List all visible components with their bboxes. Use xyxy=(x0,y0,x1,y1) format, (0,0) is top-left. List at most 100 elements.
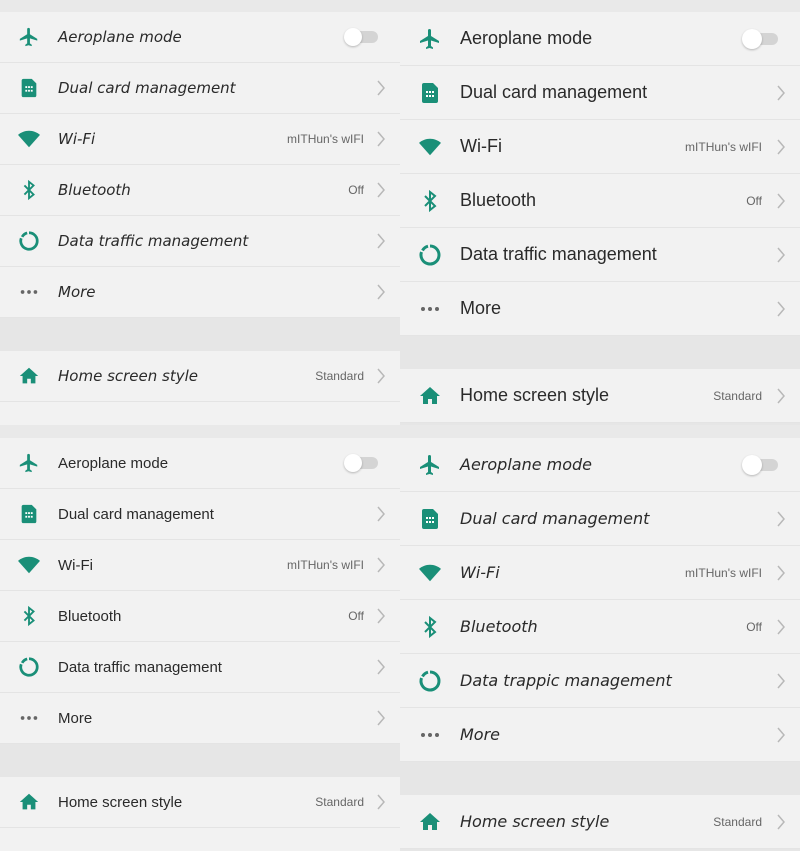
settings-panel-top-left: Aeroplane mode Dual card management Wi-F… xyxy=(0,12,400,425)
aeroplane-mode-toggle[interactable] xyxy=(344,28,378,46)
bluetooth-row[interactable]: Bluetooth Off xyxy=(0,165,400,216)
aeroplane-mode-row[interactable]: Aeroplane mode xyxy=(400,12,800,66)
more-row[interactable]: More xyxy=(400,282,800,336)
wifi-icon xyxy=(18,128,40,150)
section-divider xyxy=(0,744,400,777)
aeroplane-mode-label: Aeroplane mode xyxy=(58,28,182,46)
display-row-partial[interactable] xyxy=(0,828,400,851)
sim-card-icon xyxy=(418,507,442,531)
sim-card-icon xyxy=(18,503,40,525)
airplane-icon xyxy=(18,26,40,48)
wifi-label: Wi-Fi xyxy=(460,136,502,156)
chevron-right-icon xyxy=(376,284,386,300)
chevron-right-icon xyxy=(376,233,386,249)
more-label: More xyxy=(58,283,96,301)
more-row[interactable]: More xyxy=(400,708,800,762)
display-row-partial[interactable] xyxy=(0,402,400,425)
wifi-row[interactable]: Wi-Fi mITHun's wIFI xyxy=(400,546,800,600)
wifi-label: Wi-Fi xyxy=(460,563,500,582)
toggle-knob xyxy=(742,28,762,49)
bluetooth-status: Off xyxy=(746,193,762,208)
aeroplane-mode-row[interactable]: Aeroplane mode xyxy=(0,438,400,489)
more-label: More xyxy=(460,298,502,318)
bluetooth-row[interactable]: Bluetooth Off xyxy=(0,591,400,642)
airplane-icon xyxy=(418,27,442,51)
chevron-right-icon xyxy=(376,506,386,522)
aeroplane-mode-toggle[interactable] xyxy=(344,454,378,472)
chevron-right-icon xyxy=(376,794,386,810)
wifi-network-name: mITHun's wIFI xyxy=(685,139,762,154)
more-row[interactable]: More xyxy=(0,693,400,744)
chevron-right-icon xyxy=(776,388,786,404)
more-row[interactable]: More xyxy=(0,267,400,318)
aeroplane-mode-label: Aeroplane mode xyxy=(460,28,593,48)
bluetooth-label: Bluetooth xyxy=(58,607,122,625)
dual-card-management-label: Dual card management xyxy=(460,82,648,102)
sim-card-icon xyxy=(18,77,40,99)
chevron-right-icon xyxy=(776,673,786,689)
dual-card-management-label: Dual card management xyxy=(460,509,650,528)
chevron-right-icon xyxy=(776,511,786,527)
home-screen-style-label: Home screen style xyxy=(58,367,198,385)
sim-card-icon xyxy=(418,81,442,105)
data-traffic-management-label: Data traffic management xyxy=(58,658,222,676)
aeroplane-mode-row[interactable]: Aeroplane mode xyxy=(0,12,400,63)
chevron-right-icon xyxy=(776,85,786,101)
data-traffic-management-row[interactable]: Data traffic management xyxy=(0,216,400,267)
bluetooth-row[interactable]: Bluetooth Off xyxy=(400,600,800,654)
home-icon xyxy=(418,384,442,408)
bluetooth-label: Bluetooth xyxy=(58,181,131,199)
chevron-right-icon xyxy=(776,247,786,263)
wifi-row[interactable]: Wi-Fi mITHun's wIFI xyxy=(0,114,400,165)
bluetooth-row[interactable]: Bluetooth Off xyxy=(400,174,800,228)
wifi-network-name: mITHun's wIFI xyxy=(685,565,762,580)
toggle-knob xyxy=(344,28,362,46)
wifi-icon xyxy=(418,135,442,159)
wifi-row[interactable]: Wi-Fi mITHun's wIFI xyxy=(0,540,400,591)
home-screen-style-value: Standard xyxy=(713,388,762,403)
home-screen-style-row[interactable]: Home screen style Standard xyxy=(400,795,800,849)
data-traffic-management-label: Data trappic management xyxy=(460,671,672,690)
chevron-right-icon xyxy=(376,608,386,624)
home-icon xyxy=(418,810,442,834)
section-divider xyxy=(400,762,800,795)
dual-card-management-row[interactable]: Dual card management xyxy=(400,492,800,546)
home-screen-style-row[interactable]: Home screen style Standard xyxy=(0,777,400,828)
toggle-knob xyxy=(344,454,362,472)
dual-card-management-row[interactable]: Dual card management xyxy=(0,489,400,540)
bluetooth-label: Bluetooth xyxy=(460,190,537,210)
chevron-right-icon xyxy=(776,139,786,155)
chevron-right-icon xyxy=(376,659,386,675)
bluetooth-status: Off xyxy=(348,183,364,197)
chevron-right-icon xyxy=(776,193,786,209)
airplane-icon xyxy=(18,452,40,474)
data-traffic-management-row[interactable]: Data traffic management xyxy=(400,228,800,282)
dual-card-management-row[interactable]: Dual card management xyxy=(400,66,800,120)
bluetooth-icon xyxy=(418,615,442,639)
wifi-row[interactable]: Wi-Fi mITHun's wIFI xyxy=(400,120,800,174)
home-icon xyxy=(18,365,40,387)
more-dots-icon xyxy=(18,281,40,303)
more-dots-icon xyxy=(418,723,442,747)
wifi-network-name: mITHun's wIFI xyxy=(287,132,364,146)
toggle-knob xyxy=(742,454,762,475)
data-traffic-management-row[interactable]: Data traffic management xyxy=(0,642,400,693)
home-screen-style-value: Standard xyxy=(713,814,762,829)
aeroplane-mode-toggle[interactable] xyxy=(742,28,778,49)
dual-card-management-label: Dual card management xyxy=(58,79,236,97)
data-traffic-management-row[interactable]: Data trappic management xyxy=(400,654,800,708)
wifi-network-name: mITHun's wIFI xyxy=(287,558,364,572)
bluetooth-label: Bluetooth xyxy=(460,617,538,636)
data-traffic-icon xyxy=(418,243,442,267)
aeroplane-mode-toggle[interactable] xyxy=(742,454,778,475)
dual-card-management-row[interactable]: Dual card management xyxy=(0,63,400,114)
data-traffic-management-label: Data traffic management xyxy=(460,244,657,264)
home-screen-style-row[interactable]: Home screen style Standard xyxy=(400,369,800,423)
bluetooth-status: Off xyxy=(746,619,762,634)
aeroplane-mode-label: Aeroplane mode xyxy=(58,454,169,472)
wifi-label: Wi-Fi xyxy=(58,556,93,574)
aeroplane-mode-row[interactable]: Aeroplane mode xyxy=(400,438,800,492)
home-screen-style-row[interactable]: Home screen style Standard xyxy=(0,351,400,402)
section-divider xyxy=(400,336,800,369)
chevron-right-icon xyxy=(776,814,786,830)
